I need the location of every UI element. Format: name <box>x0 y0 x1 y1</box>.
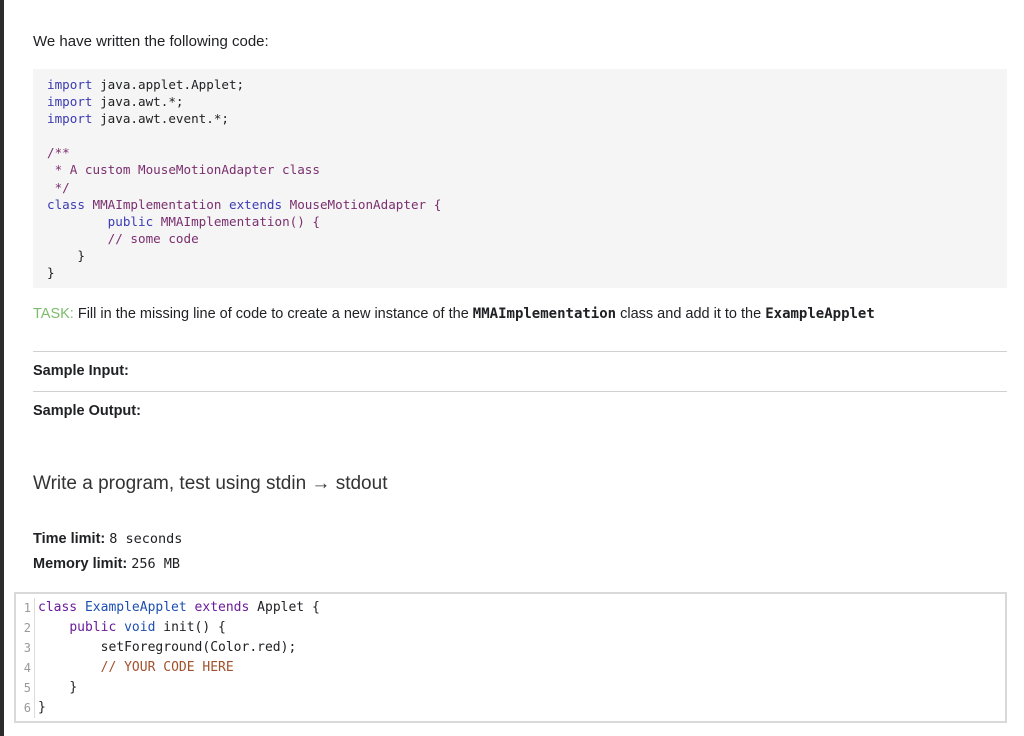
code-keyword: class <box>47 196 85 212</box>
task-description: TASK: Fill in the missing line of code t… <box>33 306 875 322</box>
code-keyword: import <box>47 111 93 127</box>
sample-input-label: Sample Input: <box>33 363 129 379</box>
divider <box>33 391 1007 392</box>
task-text: Fill in the missing line of code to crea… <box>73 306 473 322</box>
line-number: 5 <box>23 681 31 695</box>
code-text: } <box>69 680 78 695</box>
memory-limit: Memory limit: 256 MB <box>33 556 180 572</box>
line-number-gutter: 1 2 3 4 5 6 <box>16 598 35 718</box>
code-keyword: import <box>47 77 93 92</box>
section-heading: Write a program, test using stdin → stdo… <box>33 473 388 494</box>
code-text: java.awt.*; <box>92 94 184 110</box>
code-line: */ <box>47 179 1007 196</box>
intro-text: We have written the following code: <box>33 33 269 50</box>
time-limit-label: Time limit: <box>33 531 106 547</box>
task-text: class and add it to the <box>616 306 766 322</box>
time-limit: Time limit: 8 seconds <box>33 531 182 547</box>
code-text: MMAImplementation() { <box>153 213 320 229</box>
code-text: MouseMotionAdapter { <box>282 196 442 212</box>
code-keyword: extends <box>194 600 250 615</box>
editor-text-area[interactable]: class ExampleApplet extends Applet { pub… <box>38 598 320 718</box>
code-text: java.awt.event.*; <box>92 111 229 127</box>
code-line: // some code <box>47 230 1007 247</box>
code-text: } <box>38 700 46 715</box>
task-class-name: MMAImplementation <box>472 306 617 322</box>
code-line: } <box>47 264 1007 281</box>
line-number: 1 <box>23 601 31 615</box>
editor-line[interactable]: } <box>38 678 320 698</box>
code-text: init() { <box>155 620 226 635</box>
code-comment: // some code <box>107 230 199 246</box>
code-line: import java.awt.event.*; <box>47 110 1007 127</box>
task-class-name: ExampleApplet <box>765 306 875 322</box>
code-keyword: class <box>38 600 78 615</box>
editor-line[interactable]: } <box>38 698 320 718</box>
line-number: 4 <box>23 661 31 675</box>
divider <box>33 351 1007 352</box>
code-comment: /** <box>47 145 70 161</box>
editor-line[interactable]: public void init() { <box>38 618 320 638</box>
code-keyword: public <box>107 213 154 229</box>
code-text: } <box>47 265 55 281</box>
code-keyword: public <box>69 620 117 635</box>
left-border <box>0 0 4 736</box>
code-line: } <box>47 247 1007 264</box>
code-type: void <box>116 620 156 635</box>
code-line: import java.awt.*; <box>47 93 1007 110</box>
line-number: 2 <box>23 621 31 635</box>
code-keyword: extends <box>228 196 283 212</box>
code-text: Applet { <box>249 600 320 615</box>
editor-line[interactable]: setForeground(Color.red); <box>38 638 320 658</box>
code-class-name: MMAImplementation <box>84 196 229 212</box>
code-block: import java.applet.Applet; import java.a… <box>33 69 1007 288</box>
line-number: 6 <box>23 701 31 715</box>
code-line: class MMAImplementation extends MouseMot… <box>47 196 1007 213</box>
time-limit-value: 8 seconds <box>109 531 183 547</box>
code-text: java.applet.Applet; <box>92 77 245 92</box>
editor-line[interactable]: // YOUR CODE HERE <box>38 658 320 678</box>
code-keyword: import <box>47 94 93 110</box>
sample-output-label: Sample Output: <box>33 403 141 419</box>
task-label: TASK: <box>33 306 74 322</box>
memory-limit-value: 256 MB <box>131 556 181 572</box>
code-text: setForeground(Color.red); <box>100 640 297 655</box>
code-line: import java.applet.Applet; <box>47 76 1007 93</box>
memory-limit-label: Memory limit: <box>33 556 128 572</box>
line-number: 3 <box>23 641 31 655</box>
code-text: } <box>77 247 85 263</box>
code-class-name: ExampleApplet <box>77 600 195 615</box>
editor-line[interactable]: class ExampleApplet extends Applet { <box>38 598 320 618</box>
code-comment: * A custom MouseMotionAdapter class <box>47 162 320 178</box>
code-editor[interactable]: 1 2 3 4 5 6 class ExampleApplet extends … <box>14 592 1007 723</box>
code-comment: // YOUR CODE HERE <box>100 660 234 675</box>
code-line: /** <box>47 144 1007 161</box>
code-comment: */ <box>47 179 70 195</box>
code-line: public MMAImplementation() { <box>47 213 1007 230</box>
code-line: * A custom MouseMotionAdapter class <box>47 161 1007 178</box>
